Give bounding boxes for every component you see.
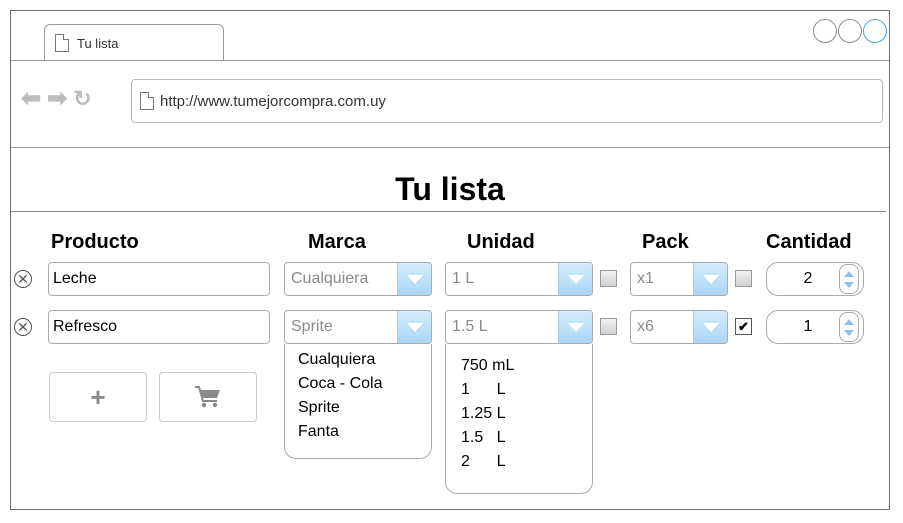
- dropdown-option[interactable]: 1.25 L: [461, 402, 592, 426]
- dropdown-option[interactable]: 750 mL: [461, 354, 592, 378]
- page-title: Tu lista: [395, 171, 505, 207]
- close-button[interactable]: [863, 19, 887, 43]
- page-icon: [55, 34, 69, 52]
- pack-select[interactable]: x6: [630, 310, 728, 344]
- header-cantidad: Cantidad: [766, 231, 852, 253]
- unit-select[interactable]: 1 L: [445, 262, 593, 296]
- quantity-value: 1: [803, 318, 813, 335]
- brand-select[interactable]: Cualquiera: [284, 262, 432, 296]
- dropdown-option[interactable]: Fanta: [298, 420, 431, 444]
- window-controls: [813, 19, 887, 43]
- cart-icon: [195, 386, 220, 408]
- header-producto: Producto: [51, 231, 139, 253]
- stepper-buttons[interactable]: [839, 312, 859, 342]
- pack-checkbox[interactable]: [735, 270, 752, 287]
- stepper-buttons[interactable]: [839, 264, 859, 294]
- pack-select-value: x6: [637, 318, 654, 335]
- url-text: http://www.tumejorcompra.com.uy: [160, 92, 386, 110]
- dropdown-option[interactable]: 2 L: [461, 450, 592, 474]
- pack-checkbox-checked[interactable]: ✔: [735, 318, 752, 335]
- quantity-stepper[interactable]: 2: [766, 262, 864, 296]
- tab-title: Tu lista: [77, 35, 119, 51]
- arrow-down-icon[interactable]: [844, 281, 854, 288]
- pack-select-value: x1: [637, 270, 654, 287]
- arrow-up-icon[interactable]: [844, 318, 854, 325]
- header-pack: Pack: [642, 231, 689, 253]
- product-input[interactable]: Leche: [48, 262, 270, 296]
- dropdown-option[interactable]: Cualquiera: [298, 348, 431, 372]
- remove-circle-icon[interactable]: ✕: [14, 318, 32, 336]
- arrow-down-icon[interactable]: [844, 329, 854, 336]
- address-bar[interactable]: http://www.tumejorcompra.com.uy: [131, 79, 883, 123]
- product-input[interactable]: Refresco: [48, 310, 270, 344]
- unit-select[interactable]: 1.5 L: [445, 310, 593, 344]
- chevron-down-icon[interactable]: [558, 263, 592, 295]
- browser-window: Tu lista ⬅ ➡ ↻ http://www.tumejorcompra.…: [10, 10, 890, 510]
- chevron-down-icon[interactable]: [397, 311, 431, 343]
- cart-button[interactable]: [159, 372, 257, 422]
- brand-select[interactable]: Sprite: [284, 310, 432, 344]
- chevron-down-icon[interactable]: [693, 311, 727, 343]
- remove-circle-icon[interactable]: ✕: [14, 270, 32, 288]
- unit-checkbox[interactable]: [600, 270, 617, 287]
- nav-buttons: ⬅ ➡ ↻: [21, 87, 92, 111]
- unit-select-value: 1.5 L: [452, 318, 488, 335]
- dropdown-option[interactable]: 1 L: [461, 378, 592, 402]
- unit-dropdown-list: 750 mL 1 L 1.25 L 1.5 L 2 L: [445, 344, 593, 494]
- tab-divider: [11, 60, 889, 61]
- chevron-down-icon[interactable]: [693, 263, 727, 295]
- dropdown-option[interactable]: Coca - Cola: [298, 372, 431, 396]
- maximize-button[interactable]: [838, 19, 862, 43]
- chevron-down-icon[interactable]: [558, 311, 592, 343]
- plus-icon: +: [90, 381, 106, 412]
- quantity-stepper[interactable]: 1: [766, 310, 864, 344]
- brand-select-value: Sprite: [291, 318, 333, 335]
- forward-arrow-icon[interactable]: ➡: [47, 87, 67, 111]
- header-unidad: Unidad: [467, 231, 535, 253]
- dropdown-option[interactable]: Sprite: [298, 396, 431, 420]
- brand-dropdown-list: Cualquiera Coca - Cola Sprite Fanta: [284, 344, 432, 459]
- add-row-button[interactable]: +: [49, 372, 147, 422]
- header-marca: Marca: [308, 231, 366, 253]
- chevron-down-icon[interactable]: [397, 263, 431, 295]
- pack-select[interactable]: x1: [630, 262, 728, 296]
- browser-tab[interactable]: Tu lista: [44, 24, 224, 61]
- title-divider: [11, 211, 886, 212]
- unit-checkbox[interactable]: [600, 318, 617, 335]
- nav-divider: [11, 147, 889, 148]
- back-arrow-icon[interactable]: ⬅: [21, 87, 41, 111]
- minimize-button[interactable]: [813, 19, 837, 43]
- quantity-value: 2: [803, 270, 813, 287]
- unit-select-value: 1 L: [452, 270, 475, 287]
- reload-icon[interactable]: ↻: [73, 88, 91, 110]
- page-icon: [140, 92, 154, 110]
- brand-select-value: Cualquiera: [291, 270, 369, 287]
- dropdown-option[interactable]: 1.5 L: [461, 426, 592, 450]
- arrow-up-icon[interactable]: [844, 270, 854, 277]
